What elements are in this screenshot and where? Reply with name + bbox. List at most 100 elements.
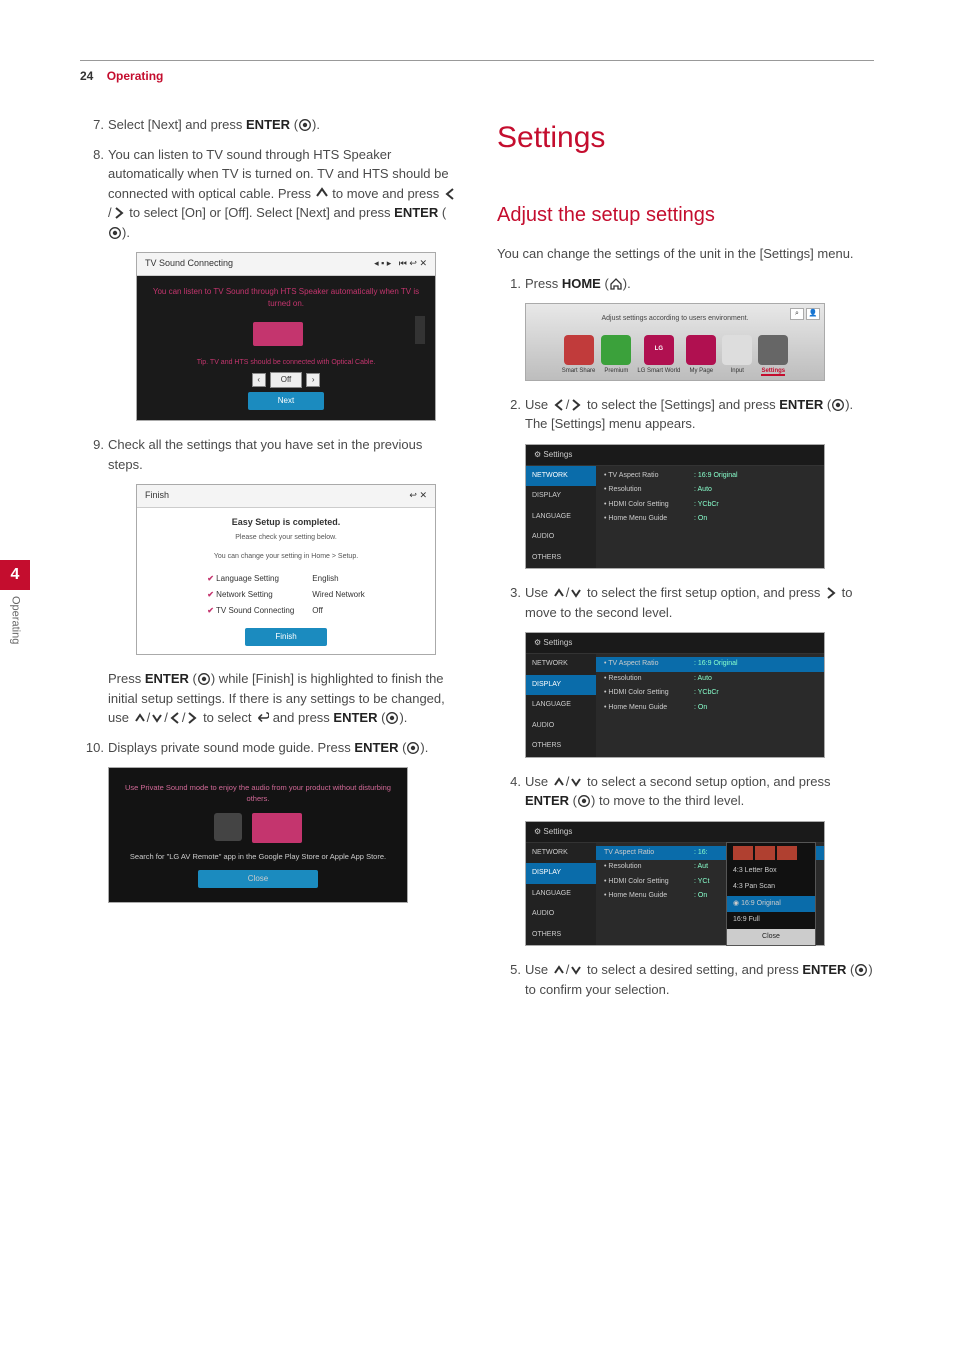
menu-display[interactable]: DISPLAY xyxy=(526,863,596,884)
step8-text-e: ). xyxy=(122,225,130,240)
aspect-preview xyxy=(727,843,815,863)
user-icon[interactable]: 👤 xyxy=(806,308,820,320)
r4-b: to select a second setup option, and pre… xyxy=(583,774,830,789)
search-icon[interactable]: ⌕ xyxy=(790,308,804,320)
caret-down-icon xyxy=(569,586,583,600)
ss1-title: TV Sound Connecting xyxy=(145,257,233,271)
aspect-dropdown: 4:3 Letter Box 4:3 Pan Scan ◉ 16:9 Origi… xyxy=(726,842,816,947)
menu-others[interactable]: OTHERS xyxy=(526,925,596,946)
check-icon: ✔ xyxy=(207,574,214,583)
row-v: English xyxy=(304,572,372,586)
aspect-option-selected[interactable]: ◉ 16:9 Original xyxy=(727,896,815,913)
ss-home-topicons: ⌕👤 xyxy=(790,308,820,320)
table-row: ✔ Network SettingWired Network xyxy=(199,588,373,602)
after9-b: ( xyxy=(189,671,197,686)
menu-others[interactable]: OTHERS xyxy=(526,548,596,569)
ss-home-sub: Adjust settings according to users envir… xyxy=(532,314,818,325)
content-columns: Select [Next] and press ENTER (). You ca… xyxy=(80,115,874,1009)
aspect-option[interactable]: 4:3 Letter Box xyxy=(727,863,815,880)
ss-home-row: Smart Share Premium LGLG Smart World My … xyxy=(532,335,818,376)
opt-row[interactable]: • Home Menu Guide: On xyxy=(596,512,824,527)
ss1-controls: ◂ ▪ ▸ ⏮ ↩ ✕ xyxy=(374,257,427,271)
step10-b: ( xyxy=(398,740,406,755)
left-column: Select [Next] and press ENTER (). You ca… xyxy=(80,115,457,1009)
menu-display[interactable]: DISPLAY xyxy=(526,486,596,507)
check-icon: ✔ xyxy=(207,590,214,599)
page-header: 24 Operating xyxy=(80,67,874,85)
r2-c: ( xyxy=(823,397,831,412)
ss2-body: Easy Setup is completed. Please check yo… xyxy=(137,508,435,655)
arrow-left-button[interactable]: ‹ xyxy=(252,373,266,387)
settings-intro: You can change the settings of the unit … xyxy=(497,244,874,264)
ss2-sub2: You can change your setting in Home > Se… xyxy=(145,552,427,563)
menu-language[interactable]: LANGUAGE xyxy=(526,507,596,528)
section-title: Operating xyxy=(107,69,164,83)
after9-f: ( xyxy=(377,710,385,725)
ss2-titlebar: Finish ↩ ✕ xyxy=(137,485,435,508)
caret-up-icon xyxy=(552,586,566,600)
chapter-number: 4 xyxy=(0,560,30,590)
dropdown-close-button[interactable]: Close xyxy=(727,929,815,946)
home-item-lgworld[interactable]: LGLG Smart World xyxy=(637,335,680,376)
menu-others[interactable]: OTHERS xyxy=(526,736,596,757)
ss-set-title: ⚙ Settings xyxy=(526,822,824,843)
menu-language[interactable]: LANGUAGE xyxy=(526,695,596,716)
enter-target-icon xyxy=(385,711,399,725)
aspect-option[interactable]: 16:9 Full xyxy=(727,912,815,929)
menu-language[interactable]: LANGUAGE xyxy=(526,884,596,905)
home-item-settings[interactable]: Settings xyxy=(758,335,788,376)
opt-row[interactable]: • HDMI Color Setting: YCbCr xyxy=(596,498,824,513)
opt-row[interactable]: • TV Aspect Ratio: 16:9 Original xyxy=(596,469,824,484)
caret-right-icon xyxy=(569,398,583,412)
caret-down-icon xyxy=(569,775,583,789)
menu-network[interactable]: NETWORK xyxy=(526,843,596,864)
row-k: Language Setting xyxy=(216,574,279,583)
ss3-search: Search for "LG AV Remote" app in the Goo… xyxy=(119,851,397,862)
step10-c: ). xyxy=(420,740,428,755)
rstep-4: Use / to select a second setup option, a… xyxy=(497,772,874,947)
r2-a: Use xyxy=(525,397,552,412)
screenshot-settings-2: ⚙ Settings NETWORK DISPLAY LANGUAGE AUDI… xyxy=(525,632,825,758)
after9-d: to select xyxy=(199,710,255,725)
check-icon: ✔ xyxy=(207,606,214,615)
steps-right: Press HOME (). ⌕👤 Adjust settings accord… xyxy=(497,274,874,1000)
aspect-option[interactable]: 4:3 Pan Scan xyxy=(727,879,815,896)
enter-label: ENTER xyxy=(525,793,569,808)
ss-set-opts: • TV Aspect Ratio: 16:9 Original • Resol… xyxy=(596,654,824,757)
finish-button[interactable]: Finish xyxy=(245,628,326,646)
menu-display[interactable]: DISPLAY xyxy=(526,675,596,696)
menu-audio[interactable]: AUDIO xyxy=(526,527,596,548)
menu-network[interactable]: NETWORK xyxy=(526,466,596,487)
opt-row[interactable]: • HDMI Color Setting: YCbCr xyxy=(596,686,824,701)
opt-row[interactable]: • Resolution: Auto xyxy=(596,483,824,498)
speaker-icon xyxy=(415,316,425,344)
header-rule xyxy=(80,60,874,61)
r1-b: ( xyxy=(601,276,609,291)
opt-row[interactable]: • TV Aspect Ratio: 16:9 Original xyxy=(596,657,824,672)
menu-network[interactable]: NETWORK xyxy=(526,654,596,675)
right-column: Settings Adjust the setup settings You c… xyxy=(497,115,874,1009)
menu-audio[interactable]: AUDIO xyxy=(526,904,596,925)
step10-a: Displays private sound mode guide. Press xyxy=(108,740,354,755)
r5-a: Use xyxy=(525,962,552,977)
r5-c: ( xyxy=(846,962,854,977)
next-button[interactable]: Next xyxy=(248,392,324,410)
ss-set-menu: NETWORK DISPLAY LANGUAGE AUDIO OTHERS xyxy=(526,843,596,946)
home-item-input[interactable]: Input xyxy=(722,335,752,376)
home-item-smartshare[interactable]: Smart Share xyxy=(562,335,596,376)
caret-up-icon xyxy=(315,186,329,200)
close-button[interactable]: Close xyxy=(198,870,318,888)
step9-text: Check all the settings that you have set… xyxy=(108,437,422,472)
off-value[interactable]: Off xyxy=(270,372,303,388)
opt-row[interactable]: • Resolution: Auto xyxy=(596,672,824,687)
after9-a: Press xyxy=(108,671,145,686)
opt-row[interactable]: • Home Menu Guide: On xyxy=(596,701,824,716)
step8-text-d: ( xyxy=(438,205,446,220)
menu-audio[interactable]: AUDIO xyxy=(526,716,596,737)
ss2-sub1: Please check your setting below. xyxy=(145,533,427,544)
chapter-label: Operating xyxy=(7,590,24,650)
after9-e: and press xyxy=(269,710,333,725)
home-item-premium[interactable]: Premium xyxy=(601,335,631,376)
arrow-right-button[interactable]: › xyxy=(306,373,320,387)
home-item-mypage[interactable]: My Page xyxy=(686,335,716,376)
